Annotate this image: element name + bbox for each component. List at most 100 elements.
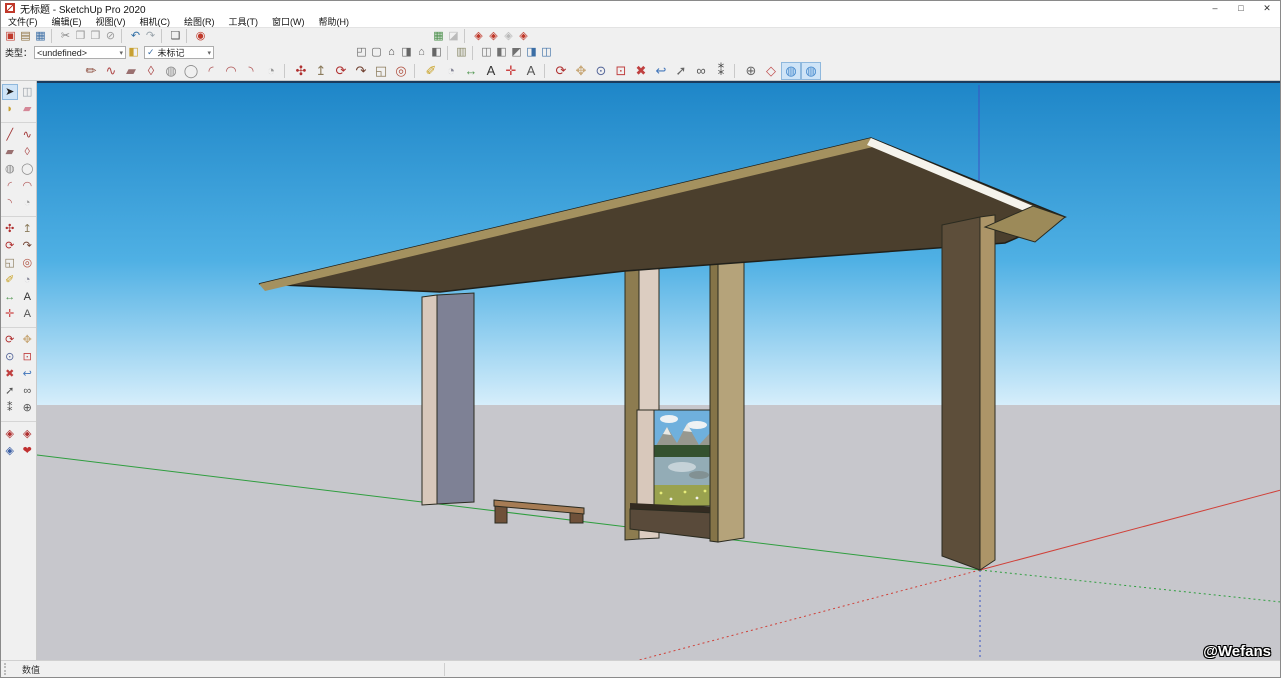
view-top-icon[interactable]: ▢: [369, 45, 384, 60]
classifier-combo[interactable]: <undefined> ▾: [34, 46, 126, 59]
push-pull-icon[interactable]: ↥: [19, 221, 35, 237]
toggle-terrain-icon[interactable]: ◪: [446, 29, 461, 44]
circle-icon[interactable]: ◍: [2, 161, 18, 177]
section-plane-icon[interactable]: ▥: [454, 45, 469, 60]
orbit-icon[interactable]: ⟳: [2, 332, 18, 348]
warehouse-extensions-icon[interactable]: ◈: [2, 443, 18, 459]
item[interactable]: 视图(V): [89, 15, 133, 28]
section-tool-icon[interactable]: ◇: [761, 62, 781, 80]
minimize-button[interactable]: –: [1202, 3, 1228, 14]
paint-bucket-icon[interactable]: ◗: [2, 101, 18, 117]
three-d-text-icon[interactable]: A: [521, 62, 541, 80]
offset-icon[interactable]: ◎: [19, 255, 35, 271]
copy-icon[interactable]: ❐: [73, 29, 88, 44]
text-icon[interactable]: A: [481, 62, 501, 80]
look-at-icon[interactable]: ⊕: [19, 400, 35, 416]
rotate-icon[interactable]: ⟳: [331, 62, 351, 80]
three-d-text-icon[interactable]: A: [19, 306, 35, 322]
scene-canvas[interactable]: [37, 83, 1281, 662]
pan-icon[interactable]: ✥: [19, 332, 35, 348]
pie-icon[interactable]: ◔: [261, 62, 281, 80]
zoom-window-icon[interactable]: ⊡: [611, 62, 631, 80]
save-icon[interactable]: ▦: [33, 29, 48, 44]
rotated-rectangle-icon[interactable]: ◊: [141, 62, 161, 80]
rectangle-icon[interactable]: ▰: [2, 144, 18, 160]
item[interactable]: 绘图(R): [177, 15, 222, 28]
offset-icon[interactable]: ◎: [391, 62, 411, 80]
orbit-icon[interactable]: ⟳: [551, 62, 571, 80]
zoom-extents-icon[interactable]: ✖: [2, 366, 18, 382]
close-button[interactable]: ✕: [1254, 3, 1280, 14]
zoom-extents-icon[interactable]: ✖: [631, 62, 651, 80]
section-toggle-2-icon[interactable]: ◫: [539, 45, 554, 60]
zoom-icon[interactable]: ⊙: [591, 62, 611, 80]
add-location-icon[interactable]: ▦: [431, 29, 446, 44]
face-style-2-icon[interactable]: ◍: [801, 62, 821, 80]
walk-icon[interactable]: ⁑: [2, 400, 18, 416]
warehouse-share-icon[interactable]: ◈: [2, 426, 18, 442]
look-around-icon[interactable]: ∞: [691, 62, 711, 80]
line-icon[interactable]: ✏: [81, 62, 101, 80]
text-icon[interactable]: A: [19, 289, 35, 305]
paste-icon[interactable]: ❒: [88, 29, 103, 44]
extension-warehouse-icon[interactable]: ◈: [516, 29, 531, 44]
view-right-icon[interactable]: ◨: [399, 45, 414, 60]
rectangle-icon[interactable]: ▰: [121, 62, 141, 80]
protractor-icon[interactable]: ◔: [19, 272, 35, 288]
arc-icon[interactable]: ◜: [201, 62, 221, 80]
item[interactable]: 窗口(W): [265, 15, 312, 28]
new-icon[interactable]: ▣: [3, 29, 18, 44]
share-model-icon[interactable]: ◈: [471, 29, 486, 44]
three-point-arc-icon[interactable]: ◝: [241, 62, 261, 80]
scale-icon[interactable]: ◱: [2, 255, 18, 271]
item[interactable]: 工具(T): [222, 15, 266, 28]
column-middle-right[interactable]: [710, 252, 744, 542]
display-section-fill-icon[interactable]: ◩: [509, 45, 524, 60]
view-left-icon[interactable]: ◧: [429, 45, 444, 60]
eraser-icon[interactable]: ▰: [19, 101, 35, 117]
rotated-rectangle-icon[interactable]: ◊: [19, 144, 35, 160]
pan-icon[interactable]: ✥: [571, 62, 591, 80]
push-pull-icon[interactable]: ↥: [311, 62, 331, 80]
position-camera-icon[interactable]: ➚: [2, 383, 18, 399]
freehand-icon[interactable]: ∿: [19, 127, 35, 143]
make-component-icon[interactable]: ◫: [19, 84, 35, 100]
item[interactable]: 文件(F): [1, 15, 45, 28]
arc-icon[interactable]: ◜: [2, 178, 18, 194]
look-at-icon[interactable]: ⊕: [741, 62, 761, 80]
print-icon[interactable]: ❑: [168, 29, 183, 44]
model-viewport[interactable]: @Wefans: [37, 81, 1281, 662]
display-section-planes-icon[interactable]: ◫: [479, 45, 494, 60]
axes-icon[interactable]: ✛: [2, 306, 18, 322]
circle-icon[interactable]: ◍: [161, 62, 181, 80]
display-section-cuts-icon[interactable]: ◧: [494, 45, 509, 60]
redo-icon[interactable]: ↷: [143, 29, 158, 44]
tags-combo[interactable]: ✓ 未标记 ▾: [144, 46, 214, 59]
item[interactable]: 相机(C): [133, 15, 178, 28]
two-point-arc-icon[interactable]: ◠: [19, 178, 35, 194]
follow-me-icon[interactable]: ↷: [19, 238, 35, 254]
move-icon[interactable]: ✣: [2, 221, 18, 237]
previous-icon[interactable]: ↩: [651, 62, 671, 80]
protractor-icon[interactable]: ◔: [441, 62, 461, 80]
look-around-icon[interactable]: ∞: [19, 383, 35, 399]
position-camera-icon[interactable]: ➚: [671, 62, 691, 80]
line-icon[interactable]: ╱: [2, 127, 18, 143]
face-style-1-icon[interactable]: ◍: [781, 62, 801, 80]
pie-icon[interactable]: ◔: [19, 195, 35, 211]
rotate-icon[interactable]: ⟳: [2, 238, 18, 254]
dimension-icon[interactable]: ↔: [461, 62, 481, 80]
item[interactable]: 编辑(E): [45, 15, 89, 28]
previous-icon[interactable]: ↩: [19, 366, 35, 382]
tape-measure-icon[interactable]: ✐: [421, 62, 441, 80]
view-back-icon[interactable]: ⌂: [414, 45, 429, 60]
erase-icon[interactable]: ⊘: [103, 29, 118, 44]
freehand-icon[interactable]: ∿: [101, 62, 121, 80]
components-favorites-icon[interactable]: ❤: [19, 443, 35, 459]
section-toggle-1-icon[interactable]: ◨: [524, 45, 539, 60]
maximize-button[interactable]: □: [1228, 3, 1254, 14]
column-gray[interactable]: [422, 293, 474, 505]
follow-me-icon[interactable]: ↷: [351, 62, 371, 80]
open-icon[interactable]: ▤: [18, 29, 33, 44]
cut-icon[interactable]: ✂: [58, 29, 73, 44]
